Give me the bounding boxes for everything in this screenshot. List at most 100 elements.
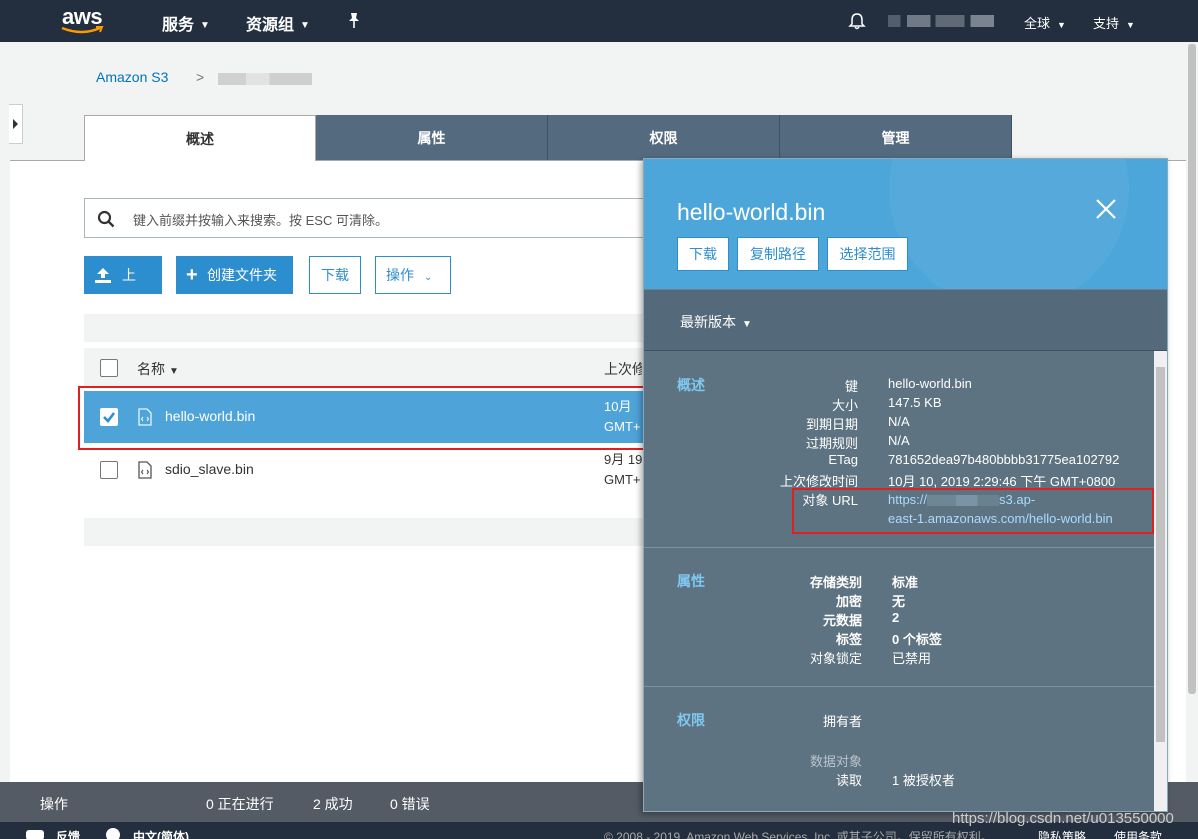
- caret-down-icon: ▼: [742, 319, 752, 330]
- create-folder-button[interactable]: + 创建文件夹: [176, 256, 293, 294]
- ops-errors[interactable]: 0 错误: [390, 794, 430, 814]
- section-divider: [644, 547, 1154, 548]
- feedback-link[interactable]: 反馈: [56, 828, 80, 839]
- version-label: 最新版本 ▼: [680, 314, 752, 330]
- read-value: 1 被授权者: [892, 773, 955, 788]
- breadcrumb-bucket: [218, 73, 312, 85]
- expiry-rule-label: 过期规则: [805, 436, 858, 451]
- watermark-text: https://blog.csdn.net/u013550000: [952, 810, 1174, 827]
- section-divider: [644, 686, 1154, 687]
- encryption-value: 无: [892, 594, 906, 609]
- terms-link[interactable]: 使用条款: [1114, 828, 1162, 839]
- panel-title: hello-world.bin: [677, 199, 826, 225]
- bell-icon[interactable]: [848, 12, 866, 30]
- read-label: 读取: [835, 773, 862, 788]
- ops-label[interactable]: 操作: [40, 794, 68, 814]
- list-footer: [84, 518, 644, 546]
- name-column-header[interactable]: 名称 ▼: [137, 359, 179, 379]
- key-label: 键: [844, 379, 858, 394]
- panel-scrollbar-thumb[interactable]: [1156, 367, 1165, 742]
- list-toolbar: [84, 314, 644, 342]
- chevron-down-icon: ▼: [1057, 20, 1066, 30]
- chevron-down-icon: ▼: [1126, 20, 1135, 30]
- active-tab-gap: [85, 159, 315, 162]
- tab-permissions[interactable]: 权限: [548, 115, 780, 161]
- modified-column-header[interactable]: 上次修: [604, 359, 642, 379]
- globe-icon: [106, 828, 120, 839]
- key-value: hello-world.bin: [888, 376, 972, 391]
- search-icon: [97, 210, 115, 228]
- left-gutter: [0, 42, 10, 782]
- row-checkbox[interactable]: [100, 461, 118, 479]
- upload-button[interactable]: 上传: [84, 256, 162, 321]
- search-input[interactable]: 键入前缀并按输入来搜索。按 ESC 可清除。: [84, 198, 654, 238]
- data-object-label: 数据对象: [809, 754, 862, 769]
- overview-section-title: 概述: [677, 377, 705, 393]
- page-scrollbar[interactable]: [1188, 44, 1196, 694]
- permissions-section-title: 权限: [677, 712, 705, 728]
- sidebar-toggle[interactable]: [9, 104, 23, 144]
- select-range-button[interactable]: 选择范围: [827, 237, 908, 271]
- file-icon: [138, 461, 152, 479]
- search-placeholder: 键入前缀并按输入来搜索。按 ESC 可清除。: [133, 213, 388, 228]
- operations-dropdown[interactable]: 操作 ⌄: [375, 256, 451, 294]
- url-highlight-box: [792, 488, 1154, 534]
- breadcrumb-separator: >: [196, 69, 205, 85]
- expiry-value: N/A: [888, 414, 910, 429]
- services-menu[interactable]: 服务 ▼: [162, 11, 210, 35]
- panel-scrollbar[interactable]: [1154, 351, 1167, 811]
- file-name[interactable]: sdio_slave.bin: [165, 461, 254, 477]
- language-selector[interactable]: 中文(简体): [133, 828, 189, 839]
- support-menu[interactable]: 支持 ▼: [1093, 13, 1135, 32]
- plus-icon: +: [186, 264, 198, 286]
- account-menu[interactable]: [888, 15, 994, 27]
- metadata-value: 2: [892, 610, 900, 625]
- upload-icon: [95, 268, 111, 283]
- header-decoration: [889, 159, 1129, 289]
- tags-label: 标签: [835, 632, 862, 647]
- panel-header: hello-world.bin 下载 复制路径 选择范围: [644, 159, 1167, 289]
- highlight-box: [78, 386, 645, 450]
- tab-overview[interactable]: 概述: [84, 115, 316, 161]
- tags-value: 0 个标签: [892, 632, 942, 647]
- tab-properties[interactable]: 属性: [316, 115, 548, 161]
- download-button[interactable]: 下载: [309, 256, 361, 294]
- metadata-label: 元数据: [822, 613, 862, 628]
- owner-label: 拥有者: [822, 714, 862, 729]
- object-lock-label: 对象锁定: [809, 651, 862, 666]
- copy-path-button[interactable]: 复制路径: [737, 237, 819, 271]
- region-menu[interactable]: 全球 ▼: [1024, 13, 1066, 32]
- select-all-checkbox[interactable]: [100, 359, 118, 377]
- close-icon[interactable]: [1094, 197, 1118, 221]
- version-selector[interactable]: 最新版本 ▼: [644, 289, 1167, 351]
- size-value: 147.5 KB: [888, 395, 942, 410]
- copyright-text: © 2008 - 2019, Amazon Web Services, Inc.…: [604, 830, 993, 839]
- object-lock-value: 已禁用: [892, 651, 932, 666]
- pin-icon[interactable]: [346, 12, 362, 30]
- smile-icon: [61, 26, 104, 34]
- size-label: 大小: [831, 398, 858, 413]
- encryption-label: 加密: [835, 594, 862, 609]
- privacy-link[interactable]: 隐私策略: [1038, 828, 1086, 839]
- panel-download-button[interactable]: 下载: [677, 237, 729, 271]
- aws-logo[interactable]: aws: [58, 4, 108, 36]
- storage-class-label: 存储类别: [809, 575, 862, 590]
- storage-class-value: 标准: [892, 575, 919, 590]
- object-detail-panel: hello-world.bin 下载 复制路径 选择范围 最新版本 ▼ 概述 键 …: [643, 158, 1168, 812]
- expiry-rule-value: N/A: [888, 433, 910, 448]
- breadcrumb-root[interactable]: Amazon S3: [96, 69, 168, 85]
- top-nav: aws 服务 ▼ 资源组 ▼ 全球 ▼ 支持 ▼: [0, 0, 1198, 42]
- etag-label: ETag: [828, 452, 858, 467]
- feedback-icon: [26, 830, 44, 839]
- ops-in-progress[interactable]: 0 正在进行: [206, 794, 274, 814]
- resource-groups-menu[interactable]: 资源组 ▼: [246, 11, 310, 35]
- panel-body: 概述 键 hello-world.bin 大小 147.5 KB 到期日期 N/…: [644, 351, 1154, 811]
- chevron-down-icon: ▼: [300, 20, 310, 31]
- chevron-down-icon: ▼: [200, 20, 210, 31]
- expiry-label: 到期日期: [805, 417, 858, 432]
- etag-value: 781652dea97b480bbbb31775ea102792: [888, 452, 1120, 467]
- tab-management[interactable]: 管理: [780, 115, 1012, 161]
- file-modified: 9月 19 GMT+: [604, 452, 642, 487]
- ops-success[interactable]: 2 成功: [313, 794, 353, 814]
- chevron-down-icon: ⌄: [424, 272, 433, 283]
